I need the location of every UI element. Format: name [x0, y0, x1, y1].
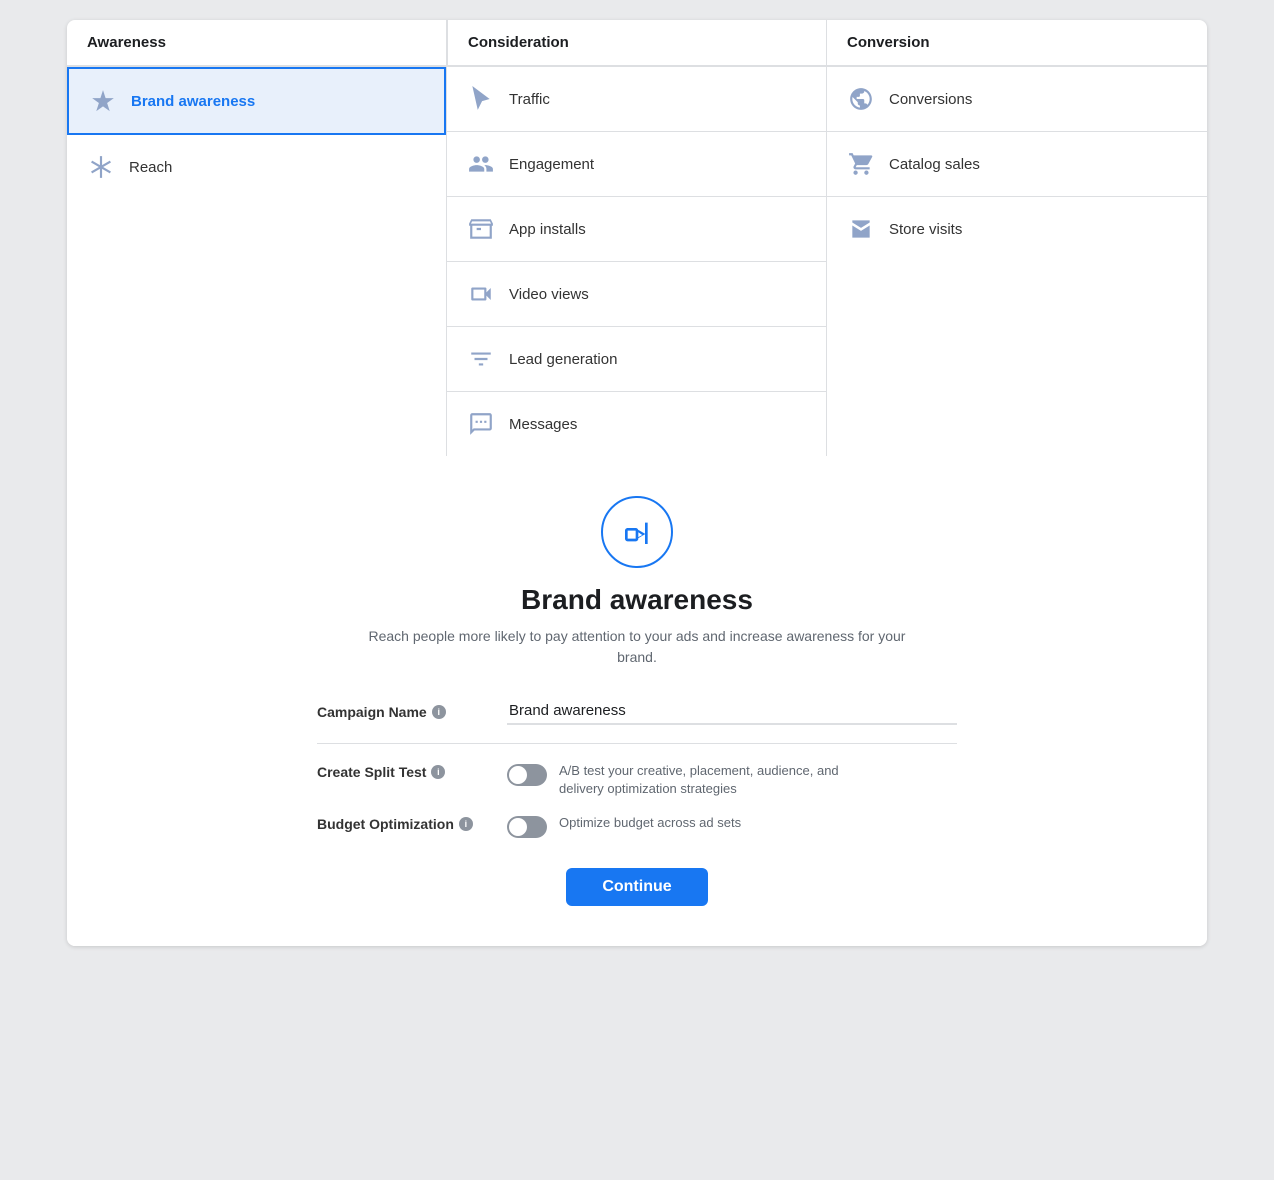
- chat-icon: [467, 410, 495, 438]
- objective-conversions[interactable]: Conversions: [827, 67, 1207, 132]
- store-icon: [847, 215, 875, 243]
- detail-section: Brand awareness Reach people more likely…: [67, 456, 1207, 946]
- globe-icon: [847, 85, 875, 113]
- split-test-controls: A/B test your creative, placement, audie…: [507, 762, 869, 798]
- selected-title: Brand awareness: [521, 584, 753, 616]
- objective-engagement[interactable]: Engagement: [447, 132, 826, 197]
- consideration-column: Traffic Engagement App installs: [447, 67, 827, 456]
- split-test-label: Create Split Test i: [317, 762, 507, 780]
- messages-label: Messages: [509, 416, 577, 433]
- budget-info-icon[interactable]: i: [459, 817, 473, 831]
- split-test-toggle[interactable]: [507, 764, 547, 786]
- star-icon: [89, 87, 117, 115]
- split-test-row: Create Split Test i A/B test your creati…: [317, 762, 957, 798]
- objective-traffic[interactable]: Traffic: [447, 67, 826, 132]
- box-icon: [467, 215, 495, 243]
- budget-optimization-desc: Optimize budget across ad sets: [559, 814, 741, 832]
- video-views-label: Video views: [509, 286, 589, 303]
- selected-objective-icon: [601, 496, 673, 568]
- objective-messages[interactable]: Messages: [447, 392, 826, 456]
- cursor-icon: [467, 85, 495, 113]
- budget-optimization-controls: Optimize budget across ad sets: [507, 814, 741, 838]
- awareness-column: Brand awareness Reach: [67, 67, 447, 456]
- campaign-name-label: Campaign Name i: [317, 698, 507, 720]
- brand-awareness-label: Brand awareness: [131, 93, 255, 110]
- objective-app-installs[interactable]: App installs: [447, 197, 826, 262]
- reach-label: Reach: [129, 159, 172, 176]
- app-installs-label: App installs: [509, 221, 586, 238]
- objective-reach[interactable]: Reach: [67, 135, 446, 199]
- split-test-desc: A/B test your creative, placement, audie…: [559, 762, 869, 798]
- campaign-form: Campaign Name i Create Split Test i A/B …: [317, 698, 957, 906]
- store-visits-label: Store visits: [889, 221, 962, 238]
- objective-lead-generation[interactable]: Lead generation: [447, 327, 826, 392]
- continue-button[interactable]: Continue: [566, 868, 707, 906]
- conversion-column: Conversions Catalog sales Store visits: [827, 67, 1207, 456]
- objective-video-views[interactable]: Video views: [447, 262, 826, 327]
- campaign-name-row: Campaign Name i: [317, 698, 957, 744]
- budget-optimization-toggle[interactable]: [507, 816, 547, 838]
- selected-description: Reach people more likely to pay attentio…: [357, 626, 917, 668]
- lead-generation-label: Lead generation: [509, 351, 617, 368]
- people-icon: [467, 150, 495, 178]
- funnel-icon: [467, 345, 495, 373]
- traffic-label: Traffic: [509, 91, 550, 108]
- header-consideration: Consideration: [447, 20, 827, 66]
- budget-optimization-row: Budget Optimization i Optimize budget ac…: [317, 814, 957, 838]
- cart-icon: [847, 150, 875, 178]
- campaign-name-input[interactable]: [507, 698, 957, 725]
- asterisk-icon: [87, 153, 115, 181]
- main-container: Awareness Consideration Conversion Brand…: [67, 20, 1207, 946]
- objective-brand-awareness[interactable]: Brand awareness: [67, 67, 446, 135]
- objective-headers: Awareness Consideration Conversion: [67, 20, 1207, 67]
- engagement-label: Engagement: [509, 156, 594, 173]
- budget-optimization-label: Budget Optimization i: [317, 814, 507, 832]
- video-icon: [467, 280, 495, 308]
- header-awareness: Awareness: [67, 20, 447, 66]
- split-test-info-icon[interactable]: i: [431, 765, 445, 779]
- objective-store-visits[interactable]: Store visits: [827, 197, 1207, 261]
- objectives-grid: Brand awareness Reach Traffic: [67, 67, 1207, 456]
- header-conversion: Conversion: [827, 20, 1207, 66]
- conversions-label: Conversions: [889, 91, 972, 108]
- catalog-sales-label: Catalog sales: [889, 156, 980, 173]
- campaign-name-info-icon[interactable]: i: [432, 705, 446, 719]
- objective-catalog-sales[interactable]: Catalog sales: [827, 132, 1207, 197]
